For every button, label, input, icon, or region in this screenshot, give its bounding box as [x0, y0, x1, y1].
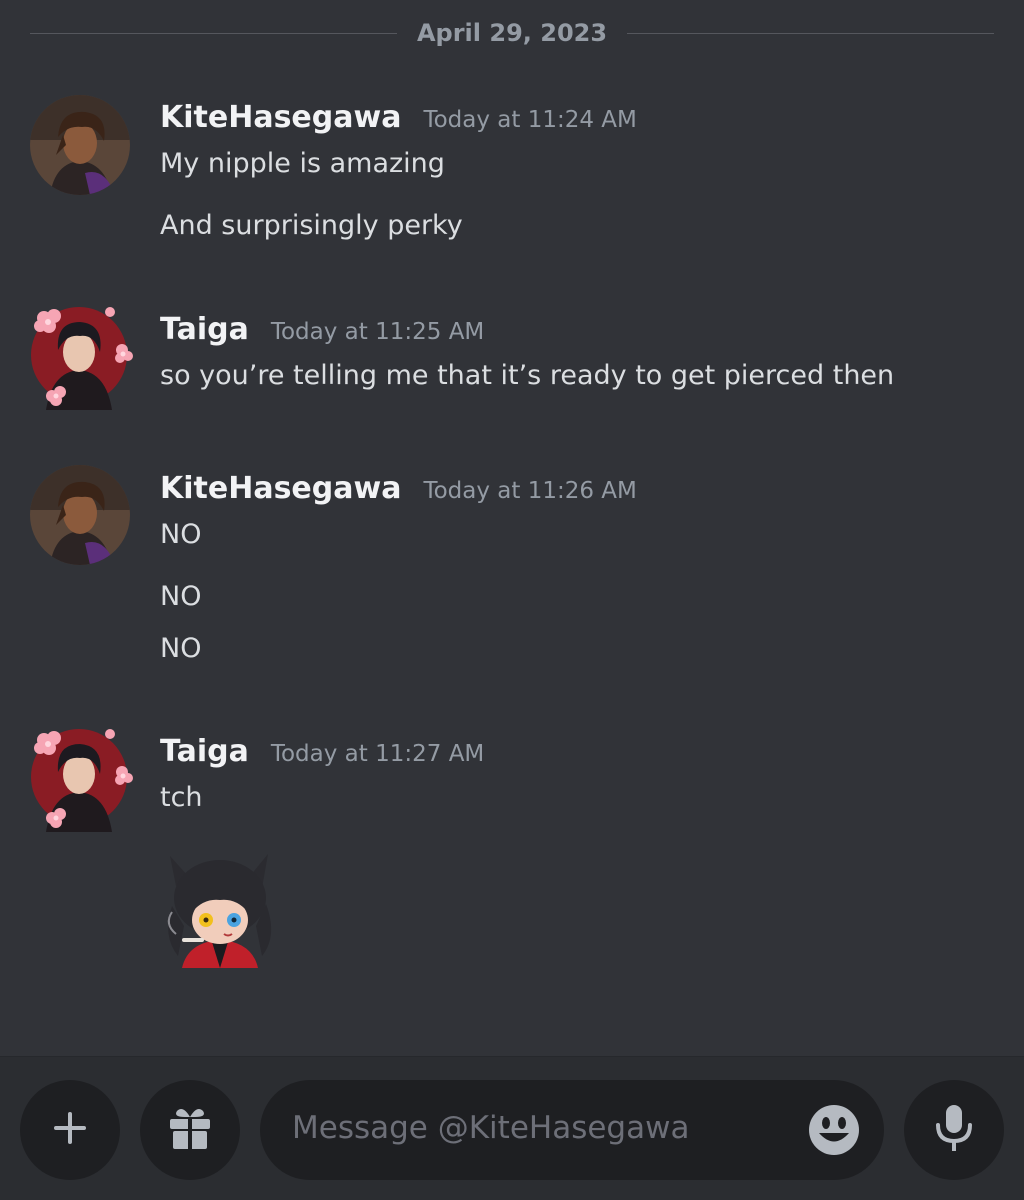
message-text: NO	[160, 581, 202, 612]
message-text: NO	[160, 633, 202, 664]
avatar-taiga[interactable]	[30, 727, 133, 832]
username[interactable]: Taiga	[160, 734, 249, 769]
avatar-taiga[interactable]	[30, 305, 133, 410]
message-text: NO	[160, 519, 202, 550]
gift-button[interactable]	[140, 1080, 240, 1180]
date-label: April 29, 2023	[416, 19, 608, 47]
smiley-icon[interactable]	[808, 1104, 860, 1156]
voice-message-button[interactable]	[904, 1080, 1004, 1180]
message-placeholder: Message @KiteHasegawa	[292, 1110, 690, 1146]
message-text: tch	[160, 782, 203, 813]
message-text: My nipple is amazing	[160, 148, 445, 179]
timestamp: Today at 11:27 AM	[270, 741, 485, 767]
message-header: Taiga Today at 11:25 AM	[160, 312, 484, 347]
message-input[interactable]: Message @KiteHasegawa	[260, 1080, 884, 1180]
divider-line-right	[627, 32, 995, 34]
microphone-icon	[932, 1103, 976, 1157]
timestamp: Today at 11:25 AM	[270, 319, 485, 345]
chibi-character-sticker[interactable]	[158, 846, 280, 968]
attach-button[interactable]	[20, 1080, 120, 1180]
plus-icon	[50, 1108, 90, 1152]
message-text: so you’re telling me that it’s ready to …	[160, 360, 895, 391]
avatar-kitehasegawa[interactable]	[30, 465, 130, 565]
username[interactable]: KiteHasegawa	[160, 100, 401, 135]
message-header: KiteHasegawa Today at 11:26 AM	[160, 471, 637, 506]
timestamp: Today at 11:24 AM	[423, 107, 637, 133]
divider-line-left	[30, 32, 397, 34]
message-header: KiteHasegawa Today at 11:24 AM	[160, 100, 637, 135]
username[interactable]: Taiga	[160, 312, 249, 347]
date-divider: April 29, 2023	[30, 16, 995, 50]
gift-icon	[165, 1103, 215, 1157]
username[interactable]: KiteHasegawa	[160, 471, 401, 506]
timestamp: Today at 11:26 AM	[423, 478, 637, 504]
avatar-kitehasegawa[interactable]	[30, 95, 130, 195]
message-text: And surprisingly perky	[160, 210, 463, 241]
message-header: Taiga Today at 11:27 AM	[160, 734, 484, 769]
